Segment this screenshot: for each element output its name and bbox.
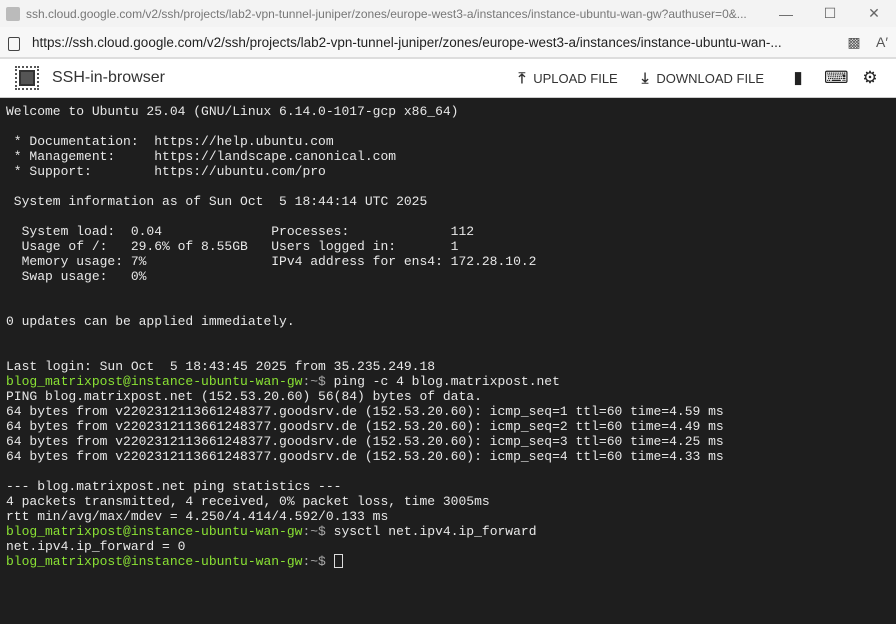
upload-icon: ⤒ xyxy=(518,69,526,87)
terminal-line: Swap usage: 0% xyxy=(6,269,147,284)
tracking-blocked-icon[interactable]: ▩ xyxy=(840,34,868,51)
keyboard-icon[interactable]: ⌨ xyxy=(824,68,849,88)
terminal-line: net.ipv4.ip_forward = 0 xyxy=(6,539,186,554)
maximize-button[interactable]: ☐ xyxy=(808,5,852,22)
terminal-cursor xyxy=(333,554,343,568)
prompt-user: blog_matrixpost@instance-ubuntu-wan-gw xyxy=(6,374,303,389)
command-text: sysctl net.ipv4.ip_forward xyxy=(333,524,537,539)
terminal-line: blog_matrixpost@instance-ubuntu-wan-gw:~… xyxy=(6,554,890,569)
app-toolbar: SSH-in-browser ⤒ UPLOAD FILE ⤓ DOWNLOAD FI… xyxy=(0,59,896,98)
download-file-button[interactable]: ⤓ DOWNLOAD FILE xyxy=(642,70,764,87)
prompt-user: blog_matrixpost@instance-ubuntu-wan-gw xyxy=(6,524,303,539)
close-button[interactable]: ✕ xyxy=(852,5,896,22)
chip-logo-icon xyxy=(14,65,40,91)
minimize-button[interactable]: — xyxy=(764,6,808,22)
address-bar: https://ssh.cloud.google.com/v2/ssh/proj… xyxy=(0,27,896,59)
terminal-line: 64 bytes from v2202312113661248377.goods… xyxy=(6,449,724,464)
prompt-separator: :~$ xyxy=(302,554,334,569)
terminal-line: Usage of /: 29.6% of 8.55GB Users logged… xyxy=(6,239,459,254)
terminal-line: 64 bytes from v2202312113661248377.goods… xyxy=(6,404,724,419)
terminal-line: 64 bytes from v2202312113661248377.goods… xyxy=(6,419,724,434)
prompt-user: blog_matrixpost@instance-ubuntu-wan-gw xyxy=(6,554,303,569)
window-title: ssh.cloud.google.com/v2/ssh/projects/lab… xyxy=(26,6,747,21)
terminal-line: Last login: Sun Oct 5 18:43:45 2025 from… xyxy=(6,359,436,374)
terminal-line: * Documentation: https://help.ubuntu.com xyxy=(6,134,334,149)
upload-label: UPLOAD FILE xyxy=(533,70,618,86)
terminal-line: * Management: https://landscape.canonica… xyxy=(6,149,397,164)
terminal-line: blog_matrixpost@instance-ubuntu-wan-gw:~… xyxy=(6,524,890,539)
settings-gear-icon[interactable]: ⚙ xyxy=(860,68,880,88)
download-icon: ⤓ xyxy=(641,69,649,87)
terminal-line: --- blog.matrixpost.net ping statistics … xyxy=(6,479,342,494)
terminal-line: Memory usage: 7% IPv4 address for ens4: … xyxy=(6,254,537,269)
browser-title-bar: ssh.cloud.google.com/v2/ssh/projects/lab… xyxy=(0,0,896,27)
terminal-line: Welcome to Ubuntu 25.04 (GNU/Linux 6.14.… xyxy=(6,104,459,119)
read-aloud-icon[interactable]: A′ xyxy=(868,34,896,50)
terminal-line: 4 packets transmitted, 4 received, 0% pa… xyxy=(6,494,490,509)
command-text: ping -c 4 blog.matrixpost.net xyxy=(333,374,560,389)
terminal-line: 0 updates can be applied immediately. xyxy=(6,314,295,329)
prompt-separator: :~$ xyxy=(302,524,334,539)
terminal-line: blog_matrixpost@instance-ubuntu-wan-gw:~… xyxy=(6,374,890,389)
terminal-line: System information as of Sun Oct 5 18:44… xyxy=(6,194,428,209)
url-field[interactable]: https://ssh.cloud.google.com/v2/ssh/proj… xyxy=(32,35,840,50)
terminal-line: 64 bytes from v2202312113661248377.goods… xyxy=(6,434,724,449)
download-label: DOWNLOAD FILE xyxy=(656,70,764,86)
terminal-line: System load: 0.04 Processes: 112 xyxy=(6,224,475,239)
app-name: SSH-in-browser xyxy=(52,69,165,86)
prompt-separator: :~$ xyxy=(302,374,334,389)
terminal[interactable]: Welcome to Ubuntu 25.04 (GNU/Linux 6.14.… xyxy=(0,98,896,575)
favicon-icon xyxy=(6,6,20,21)
terminal-line: * Support: https://ubuntu.com/pro xyxy=(6,164,326,179)
terminal-line: PING blog.matrixpost.net (152.53.20.60) … xyxy=(6,389,482,404)
terminal-line: rtt min/avg/max/mdev = 4.250/4.414/4.592… xyxy=(6,509,389,524)
feedback-icon[interactable]: ▮ xyxy=(788,68,808,88)
upload-file-button[interactable]: ⤒ UPLOAD FILE xyxy=(519,70,618,87)
lock-icon[interactable] xyxy=(8,37,20,51)
